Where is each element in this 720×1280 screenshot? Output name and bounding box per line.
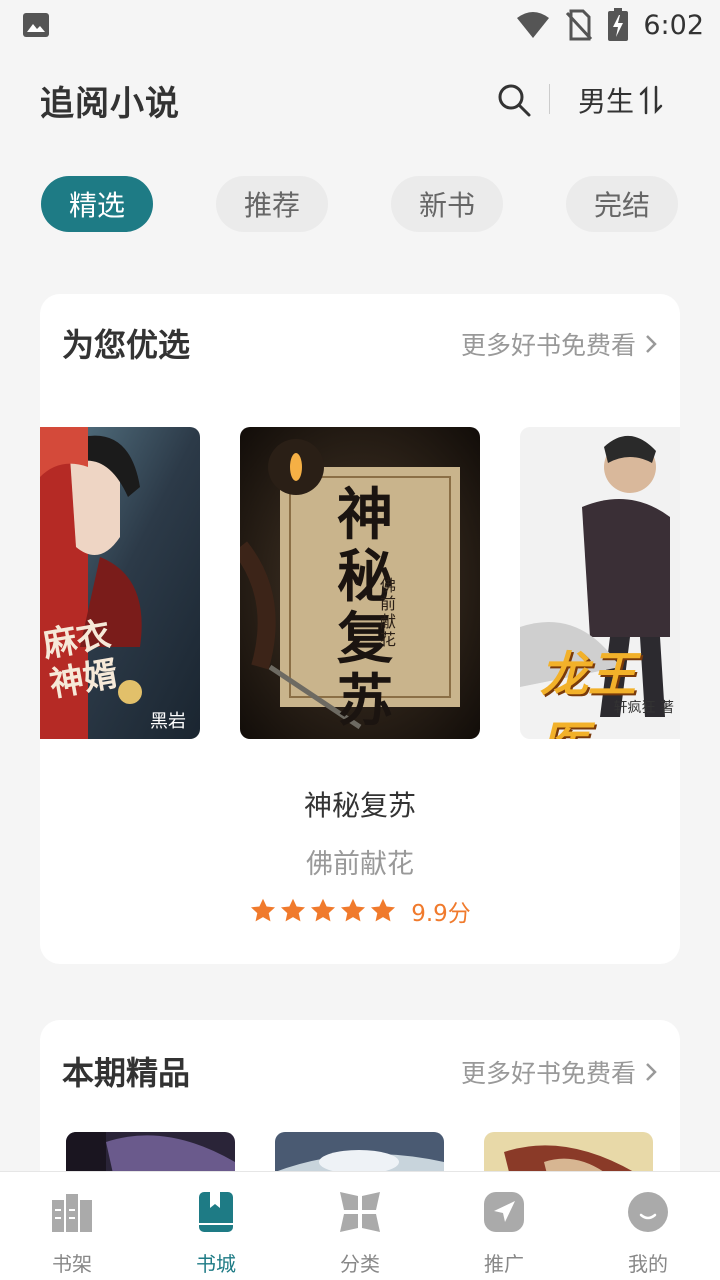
- quality-section-title: 本期精品: [62, 1054, 191, 1092]
- nav-promote[interactable]: 推广: [454, 1190, 554, 1276]
- current-book-author: 佛前献花: [306, 849, 414, 880]
- quality-more-link[interactable]: 更多好书免费看: [461, 1054, 658, 1090]
- nav-bookstore[interactable]: 书城: [166, 1190, 266, 1276]
- tab-wanjie[interactable]: 完结: [566, 176, 678, 232]
- tab-xinshu[interactable]: 新书: [391, 176, 503, 232]
- nav-category[interactable]: 分类: [310, 1190, 410, 1276]
- featured-card: 为您优选 更多好书免费看 麻衣神婿 黑岩 神秘复苏 佛前献花 龙王 轩疯狂 著 …: [40, 294, 680, 964]
- nav-label: 书架: [52, 1252, 92, 1276]
- switch-icon: [639, 85, 663, 115]
- tab-tuijian[interactable]: 推荐: [216, 176, 328, 232]
- image-notification-icon: [23, 13, 49, 37]
- cover-title-text: 麻衣神婿: [40, 614, 121, 706]
- bookshelf-icon: [52, 1194, 92, 1232]
- star-icon: [281, 898, 306, 922]
- search-icon[interactable]: [496, 82, 532, 118]
- star-icon: [371, 898, 396, 922]
- header-divider: [549, 84, 550, 114]
- status-bar: 6:02: [0, 0, 720, 50]
- quality-more-label: 更多好书免费看: [460, 1059, 636, 1088]
- status-time: 6:02: [643, 9, 704, 41]
- nav-bookshelf[interactable]: 书架: [22, 1190, 122, 1276]
- bookstore-icon: [199, 1192, 233, 1232]
- rating-score: 9.9分: [411, 901, 471, 927]
- nav-label: 书城: [196, 1252, 236, 1276]
- cover-title-text: 龙王医: [540, 647, 637, 739]
- wifi-icon: [517, 12, 550, 38]
- star-icon: [251, 898, 276, 922]
- nav-label: 分类: [340, 1252, 380, 1276]
- tab-jingxuan[interactable]: 精选: [41, 176, 153, 232]
- current-book-name: 神秘复苏: [303, 789, 416, 822]
- promote-icon: [484, 1192, 524, 1232]
- book-cover-left[interactable]: 麻衣神婿 黑岩: [40, 427, 200, 739]
- cover-publisher-text: 黑岩: [150, 711, 186, 732]
- gender-label: 男生: [578, 85, 635, 118]
- featured-more-label: 更多好书免费看: [460, 331, 636, 360]
- featured-more-link[interactable]: 更多好书免费看: [461, 326, 658, 362]
- bottom-nav: 书架 书城 分类 推广 我的: [0, 1171, 720, 1280]
- nav-label: 我的: [628, 1252, 668, 1276]
- star-icon: [341, 898, 366, 922]
- book-rating: 9.9分: [40, 894, 680, 928]
- app-title: 追阅小说: [40, 84, 180, 124]
- book-cover-right[interactable]: 龙王医 轩疯狂 著: [520, 427, 680, 739]
- cover-author-text: 佛前献花: [380, 576, 397, 649]
- profile-icon: [628, 1192, 668, 1232]
- nav-profile[interactable]: 我的: [598, 1190, 698, 1276]
- book-cover-center[interactable]: 神秘复苏 佛前献花: [240, 427, 480, 739]
- chevron-right-icon: [646, 1063, 657, 1081]
- app-header: 追阅小说 男生: [0, 70, 720, 130]
- chevron-right-icon: [646, 335, 657, 353]
- battery-charging-icon: [608, 8, 629, 41]
- nav-label: 推广: [484, 1252, 524, 1276]
- category-icon: [340, 1192, 380, 1232]
- category-tabs: 精选 推荐 新书 完结: [0, 176, 720, 232]
- gender-switch-button[interactable]: 男生: [578, 80, 664, 120]
- cover-author-text: 轩疯狂 著: [613, 700, 674, 716]
- star-icon: [311, 898, 336, 922]
- featured-section-title: 为您优选: [62, 326, 191, 364]
- no-sim-icon: [566, 9, 593, 41]
